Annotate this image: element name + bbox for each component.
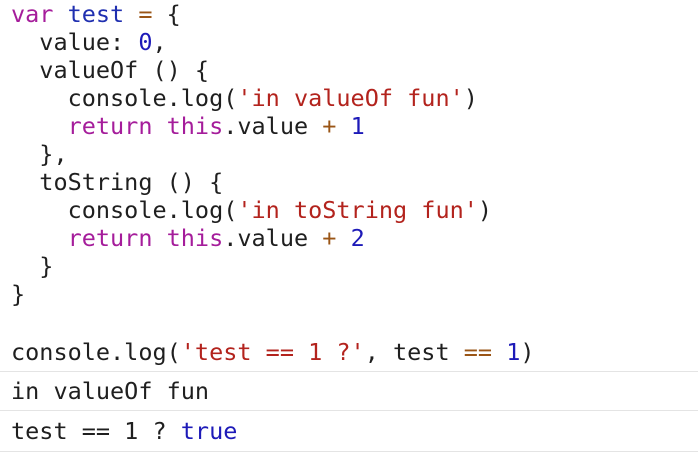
code-editor: var test = { value: 0, valueOf () { cons… <box>11 0 691 308</box>
plus-operator: + <box>322 224 337 252</box>
code-line-4: console.log('in valueOf fun') <box>11 84 691 112</box>
assign-operator: = <box>138 0 153 28</box>
keyword-this: this <box>166 112 224 140</box>
number-literal: 1 <box>506 338 521 366</box>
argument-variable: , test <box>364 338 450 366</box>
string-literal: 'in toString fun' <box>237 196 478 224</box>
keyword-return: return <box>67 112 153 140</box>
console-input-line[interactable]: console.log('test == 1 ?', test == 1) <box>11 338 535 366</box>
property-access: .value <box>223 112 309 140</box>
close-paren: ) <box>477 196 493 224</box>
close-paren: ) <box>463 84 478 112</box>
method-signature: toString () { <box>39 168 224 196</box>
method-signature: valueOf () { <box>39 56 210 84</box>
console-output-line-2: test == 1 ? true <box>11 417 237 445</box>
variable-name: test <box>67 0 125 28</box>
close-brace-comma: }, <box>39 140 68 168</box>
code-line-7: toString () { <box>11 168 691 196</box>
code-line-8: console.log('in toString fun') <box>11 196 691 224</box>
console-call: console.log( <box>67 84 238 112</box>
code-line-2: value: 0, <box>11 28 691 56</box>
code-line-1: var test = { <box>11 0 691 28</box>
number-literal: 0 <box>138 28 153 56</box>
code-line-3: valueOf () { <box>11 56 691 84</box>
output-text: test == 1 ? <box>11 417 181 445</box>
open-brace: { <box>166 0 181 28</box>
code-line-10: } <box>11 252 691 280</box>
boolean-value: true <box>180 417 238 445</box>
number-literal: 1 <box>350 112 365 140</box>
number-literal: 2 <box>350 224 365 252</box>
plus-operator: + <box>322 112 337 140</box>
code-line-5: return this.value + 1 <box>11 112 691 140</box>
code-line-11: } <box>11 280 691 308</box>
close-brace: } <box>39 252 54 280</box>
string-literal: 'in valueOf fun' <box>237 84 464 112</box>
property-key: value: <box>39 28 125 56</box>
code-line-6: }, <box>11 140 691 168</box>
equality-operator: == <box>463 338 493 366</box>
console-call: console.log( <box>67 196 238 224</box>
string-literal: 'test == 1 ?' <box>180 338 365 366</box>
close-paren: ) <box>520 338 535 366</box>
property-access: .value <box>223 224 309 252</box>
keyword-var: var <box>11 0 54 28</box>
console-divider <box>0 410 698 411</box>
output-text: in valueOf fun <box>11 377 210 405</box>
code-line-9: return this.value + 2 <box>11 224 691 252</box>
close-brace: } <box>11 280 26 308</box>
console-call: console.log( <box>11 338 181 366</box>
console-output-line-1: in valueOf fun <box>11 377 209 405</box>
keyword-return: return <box>67 224 153 252</box>
console-divider <box>0 371 698 372</box>
comma: , <box>152 28 167 56</box>
console-divider <box>0 451 698 452</box>
keyword-this: this <box>166 224 224 252</box>
